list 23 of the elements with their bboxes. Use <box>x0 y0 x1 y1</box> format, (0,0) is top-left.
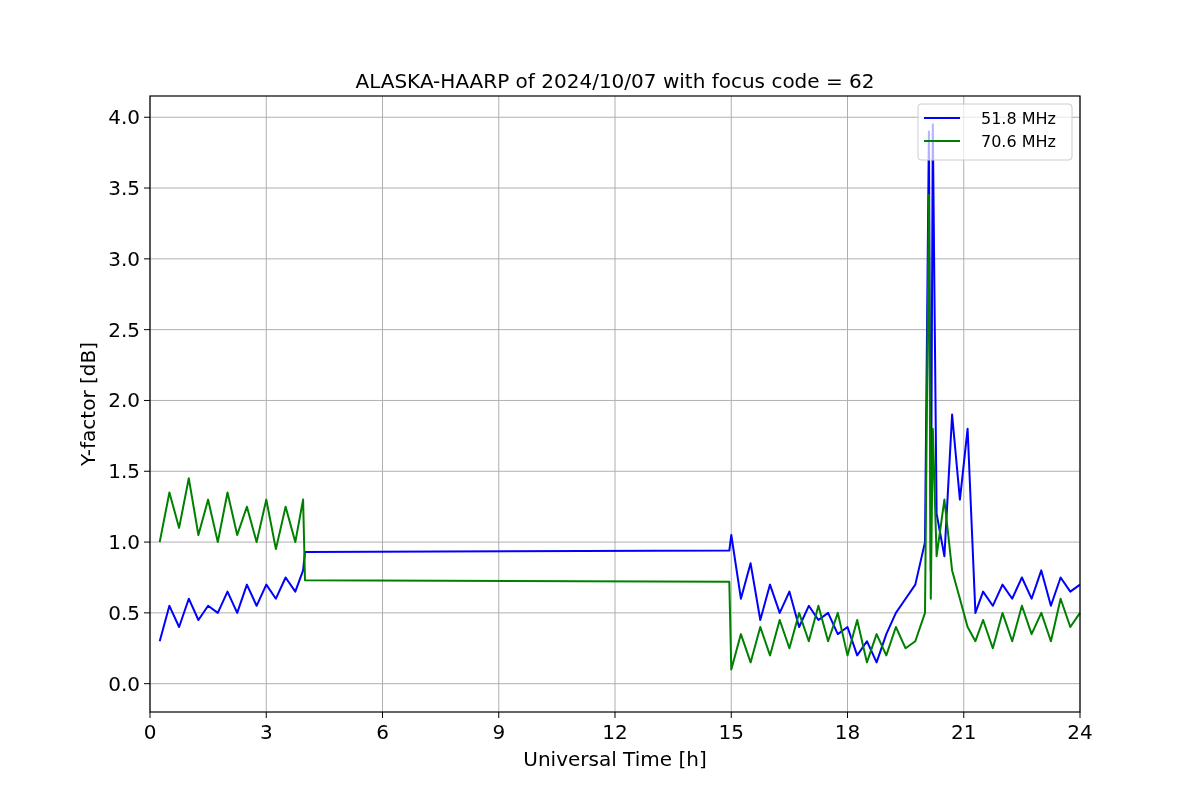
tick-label: 0.0 <box>108 671 140 696</box>
axis-label: Y-factor [dB] <box>76 342 100 466</box>
chart-title: ALASKA-HAARP of 2024/10/07 with focus code = 62 <box>355 69 875 93</box>
tick-label: 3.0 <box>108 246 140 271</box>
tick-label: 3 <box>259 720 273 744</box>
tick-label: 1.0 <box>108 530 140 555</box>
tick-label: 2.0 <box>108 388 140 413</box>
tick-label: 0 <box>143 720 157 744</box>
tick-label: 3.5 <box>108 176 140 201</box>
tick-label: 9 <box>492 720 506 744</box>
tick-label: 1.5 <box>108 459 140 484</box>
tick-label: 18 <box>834 720 861 744</box>
tick-label: 4.0 <box>108 105 140 130</box>
legend-label: 51.8 MHz <box>981 109 1056 128</box>
tick-label: 21 <box>951 720 977 744</box>
axis-label: Universal Time [h] <box>523 747 707 771</box>
tick-label: 0.5 <box>108 600 140 625</box>
tick-label: 6 <box>376 720 389 744</box>
tick-label: 24 <box>1067 720 1093 744</box>
tick-label: 2.5 <box>108 317 140 342</box>
legend-label: 70.6 MHz <box>981 132 1056 151</box>
tick-label: 12 <box>602 720 628 744</box>
tick-label: 15 <box>718 720 744 744</box>
